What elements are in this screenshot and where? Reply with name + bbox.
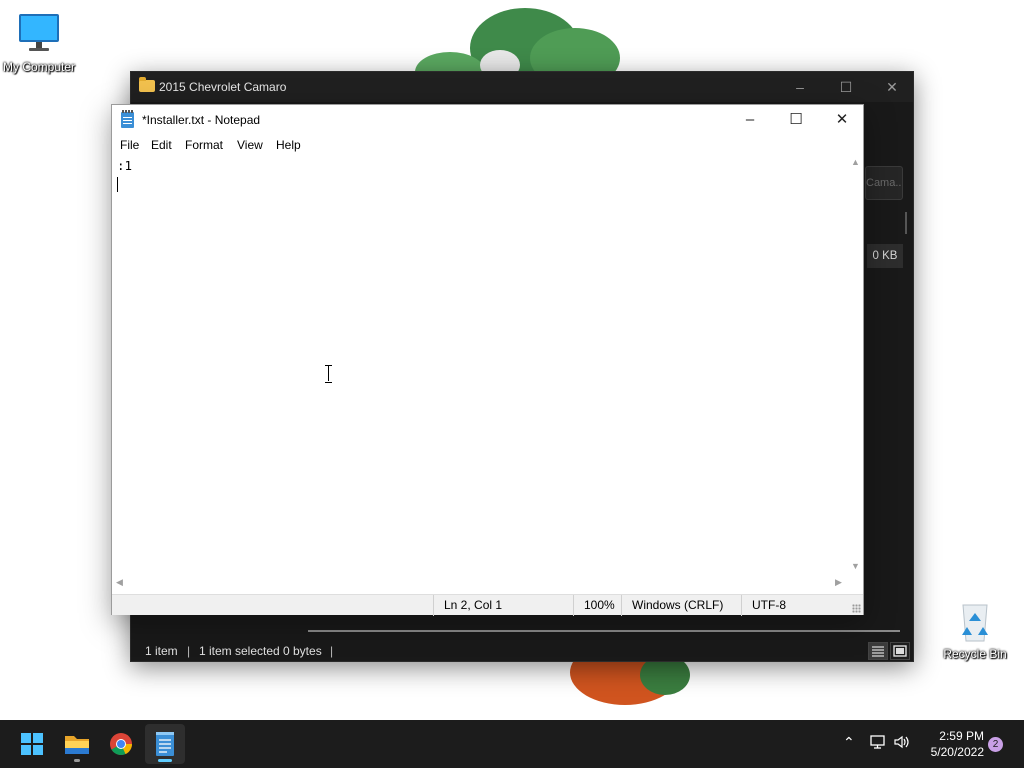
taskbar-chrome[interactable] xyxy=(101,724,141,764)
desktop-icon-label: My Computer xyxy=(2,60,76,74)
line-ending: Windows (CRLF) xyxy=(621,595,741,616)
text-line: :1 xyxy=(117,158,133,173)
details-view-button[interactable] xyxy=(868,642,888,660)
notification-badge[interactable]: 2 xyxy=(988,737,1003,752)
taskbar-file-explorer[interactable] xyxy=(57,724,97,764)
menu-edit[interactable]: Edit xyxy=(151,138,172,152)
scroll-left-arrow-icon[interactable]: ◀ xyxy=(116,575,123,589)
resize-grip-icon[interactable] xyxy=(852,604,861,613)
scroll-up-arrow-icon[interactable]: ▲ xyxy=(851,157,860,167)
ibeam-cursor-icon xyxy=(325,365,332,383)
recycle-bin-icon xyxy=(951,597,999,645)
desktop-icon-label: Recycle Bin xyxy=(943,647,1007,661)
item-count: 1 item xyxy=(145,644,178,658)
menu-file[interactable]: File xyxy=(120,138,139,152)
encoding: UTF-8 xyxy=(741,595,841,616)
menu-format[interactable]: Format xyxy=(185,138,223,152)
explorer-title: 2015 Chevrolet Camaro xyxy=(159,80,287,94)
menu-bar: File Edit Format View Help xyxy=(112,135,863,155)
status-separator: | xyxy=(330,644,334,658)
maximize-button[interactable]: ☐ xyxy=(823,72,869,102)
zoom-level: 100% xyxy=(573,595,621,616)
folder-icon xyxy=(139,77,155,92)
notepad-icon xyxy=(121,110,134,128)
volume-icon[interactable] xyxy=(893,734,911,753)
scrollbar-thumb[interactable] xyxy=(905,212,907,234)
scroll-down-arrow-icon[interactable]: ▼ xyxy=(851,561,860,571)
monitor-icon xyxy=(15,10,63,58)
horizontal-scrollbar[interactable]: ◀ ▶ xyxy=(112,575,850,589)
close-button[interactable]: ✕ xyxy=(869,72,915,102)
network-icon[interactable] xyxy=(869,734,887,753)
file-size-cell: 0 KB xyxy=(867,244,903,268)
explorer-titlebar[interactable]: 2015 Chevrolet Camaro – ☐ ✕ xyxy=(131,72,913,102)
clock-date: 5/20/2022 xyxy=(930,745,984,759)
large-icons-view-button[interactable] xyxy=(890,642,910,660)
text-caret xyxy=(117,177,118,192)
running-indicator xyxy=(74,759,80,762)
minimize-button[interactable]: – xyxy=(727,105,773,135)
desktop-icon-recycle-bin[interactable]: Recycle Bin xyxy=(935,597,1015,661)
selection-size: 0 bytes xyxy=(283,644,322,658)
chrome-icon xyxy=(110,733,132,755)
status-separator: | xyxy=(187,644,191,658)
menu-help[interactable]: Help xyxy=(276,138,301,152)
scroll-right-arrow-icon[interactable]: ▶ xyxy=(835,575,842,589)
start-button[interactable] xyxy=(12,724,52,764)
minimize-button[interactable]: – xyxy=(777,72,823,102)
desktop-icon-my-computer[interactable]: My Computer xyxy=(0,10,79,74)
file-explorer-icon xyxy=(65,736,89,754)
vertical-scrollbar[interactable]: ▲ ▼ xyxy=(849,155,863,575)
notepad-window[interactable]: *Installer.txt - Notepad – ☐ ✕ File Edit… xyxy=(111,104,864,616)
maximize-button[interactable]: ☐ xyxy=(773,105,819,135)
notepad-title: *Installer.txt - Notepad xyxy=(142,113,261,127)
explorer-statusbar: 1 item | 1 item selected 0 bytes | xyxy=(131,640,913,662)
selection-status: 1 item selected xyxy=(199,644,280,658)
notepad-icon xyxy=(156,732,174,756)
menu-view[interactable]: View xyxy=(237,138,263,152)
notepad-titlebar[interactable]: *Installer.txt - Notepad – ☐ ✕ xyxy=(112,105,863,135)
folder-path-button[interactable]: Cama... xyxy=(865,166,903,200)
show-hidden-icons-chevron-icon[interactable]: ⌃ xyxy=(843,734,855,751)
notepad-statusbar: Ln 2, Col 1 100% Windows (CRLF) UTF-8 xyxy=(112,594,863,616)
cursor-position: Ln 2, Col 1 xyxy=(433,595,573,616)
start-icon xyxy=(21,733,43,755)
active-indicator xyxy=(158,759,172,762)
text-editor-area[interactable]: :1 xyxy=(112,155,854,575)
clock-time: 2:59 PM xyxy=(939,729,984,743)
horizontal-scrollbar[interactable] xyxy=(308,630,900,632)
close-button[interactable]: ✕ xyxy=(819,105,865,135)
taskbar-clock[interactable]: 2:59 PM 5/20/2022 xyxy=(918,728,984,760)
taskbar: ⌃ 2:59 PM 5/20/2022 xyxy=(0,720,1024,768)
taskbar-notepad[interactable] xyxy=(145,724,185,764)
